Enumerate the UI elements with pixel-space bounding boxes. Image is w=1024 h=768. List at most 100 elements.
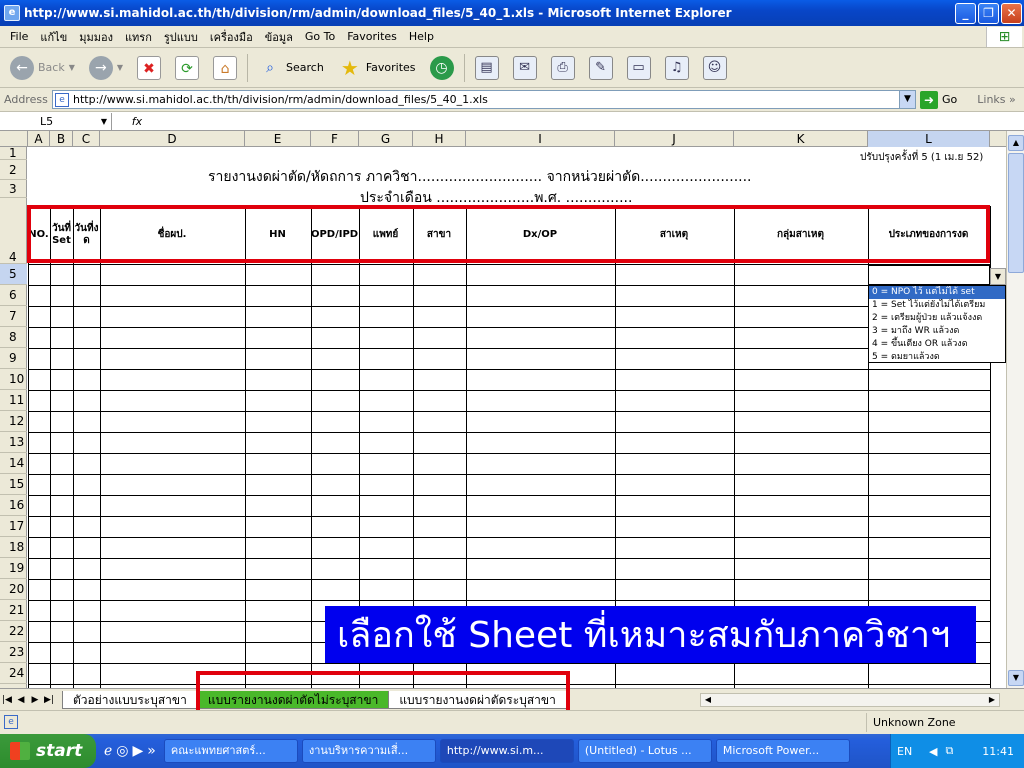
menu-file[interactable]: File xyxy=(4,30,34,43)
print-button[interactable]: ⎙ xyxy=(547,53,579,83)
row-header[interactable]: 10 xyxy=(0,369,27,390)
row-header[interactable]: 22 xyxy=(0,621,27,642)
search-button[interactable]: ⌕ Search xyxy=(254,53,328,83)
row-header[interactable]: 4 xyxy=(0,198,27,264)
name-box[interactable]: L5 ▼ xyxy=(0,112,112,130)
first-sheet-icon[interactable]: |◀ xyxy=(0,695,14,705)
column-header[interactable]: B xyxy=(50,131,73,147)
media-player-icon[interactable]: ▶ xyxy=(133,743,144,759)
column-header[interactable]: I xyxy=(466,131,615,147)
scroll-down-icon[interactable]: ▼ xyxy=(1008,670,1024,686)
row-header[interactable]: 14 xyxy=(0,453,27,474)
column-header[interactable]: L xyxy=(868,131,990,147)
column-header[interactable]: C xyxy=(73,131,100,147)
menu-view[interactable]: มุมมอง xyxy=(73,28,119,46)
next-sheet-icon[interactable]: ▶ xyxy=(28,695,42,705)
start-button[interactable]: start xyxy=(0,734,96,768)
tray-arrow-icon[interactable]: ◀ xyxy=(929,745,937,758)
messenger-button[interactable]: ☺ xyxy=(699,53,731,83)
row-header[interactable]: 9 xyxy=(0,348,27,369)
row-header[interactable]: 18 xyxy=(0,537,27,558)
chevron-down-icon[interactable]: ▼ xyxy=(899,91,915,108)
edit-button[interactable]: ✎ xyxy=(585,53,617,83)
menu-edit[interactable]: แก้ไข xyxy=(34,28,73,46)
dropdown-option[interactable]: 0 = NPO ไว้ แต่ไม่ได้ set xyxy=(869,286,1005,299)
scroll-thumb[interactable] xyxy=(1008,153,1024,273)
taskbar-item[interactable]: คณะแพทยศาสตร์... xyxy=(163,739,298,763)
outlook-icon[interactable]: ◎ xyxy=(116,743,128,759)
row-header[interactable]: 20 xyxy=(0,579,27,600)
favorites-button[interactable]: ★ Favorites xyxy=(334,53,420,83)
language-indicator[interactable]: EN xyxy=(897,745,921,758)
row-header[interactable]: 17 xyxy=(0,516,27,537)
row-header[interactable]: 12 xyxy=(0,411,27,432)
more-chevron-icon[interactable]: » xyxy=(147,743,156,759)
column-header[interactable]: K xyxy=(734,131,868,147)
menu-goto[interactable]: Go To xyxy=(299,30,341,43)
selected-cell-l5[interactable] xyxy=(868,265,990,285)
menu-favorites[interactable]: Favorites xyxy=(341,30,403,43)
mail-button[interactable]: ✉ xyxy=(509,53,541,83)
row-header[interactable]: 15 xyxy=(0,474,27,495)
column-header[interactable]: J xyxy=(615,131,734,147)
taskbar-item[interactable]: (Untitled) - Lotus ... xyxy=(577,739,712,763)
row-header[interactable]: 11 xyxy=(0,390,27,411)
prev-sheet-icon[interactable]: ◀ xyxy=(14,695,28,705)
validation-dropdown-list[interactable]: 0 = NPO ไว้ แต่ไม่ได้ set 1 = Set ไว้แต่… xyxy=(868,285,1006,363)
minimize-button[interactable]: _ xyxy=(955,3,976,24)
dropdown-arrow-icon[interactable]: ▼ xyxy=(990,268,1006,285)
scroll-left-icon[interactable]: ◀ xyxy=(701,694,715,706)
menu-tools[interactable]: เครื่องมือ xyxy=(204,28,259,46)
back-button[interactable]: ← Back ▼ xyxy=(6,53,79,83)
horizontal-scrollbar[interactable]: ◀ ▶ xyxy=(700,693,1000,707)
row-header[interactable]: 16 xyxy=(0,495,27,516)
taskbar-item[interactable]: งานบริหารความเสี่... xyxy=(301,739,436,763)
dropdown-option[interactable]: 4 = ขึ้นเตียง OR แล้วงด xyxy=(869,338,1005,351)
row-header[interactable]: 5 xyxy=(0,264,27,285)
scroll-right-icon[interactable]: ▶ xyxy=(985,694,999,706)
column-header[interactable]: A xyxy=(28,131,50,147)
sheet-tab-example[interactable]: ตัวอย่างแบบระบุสาขา xyxy=(62,690,198,709)
row-header[interactable]: 7 xyxy=(0,306,27,327)
links-button[interactable]: Links » xyxy=(977,93,1016,106)
column-header[interactable]: D xyxy=(100,131,245,147)
column-header[interactable]: G xyxy=(359,131,413,147)
address-input[interactable]: e http://www.si.mahidol.ac.th/th/divisio… xyxy=(52,90,916,109)
row-header[interactable]: 2 xyxy=(0,160,27,180)
row-header[interactable]: 19 xyxy=(0,558,27,579)
media-button[interactable]: ♫ xyxy=(661,53,693,83)
history-button[interactable]: ◷ xyxy=(426,53,458,83)
menu-data[interactable]: ข้อมูล xyxy=(259,28,299,46)
refresh-button[interactable]: ⟳ xyxy=(171,53,203,83)
select-all-corner[interactable] xyxy=(0,131,28,147)
maximize-button[interactable]: ❐ xyxy=(978,3,999,24)
menu-format[interactable]: รูปแบบ xyxy=(158,28,204,46)
network-icon[interactable]: ⧉ xyxy=(945,744,953,758)
dropdown-option[interactable]: 5 = ดมยาแล้วงด xyxy=(869,351,1005,362)
menu-insert[interactable]: แทรก xyxy=(119,28,158,46)
taskbar-item[interactable]: Microsoft Power... xyxy=(715,739,850,763)
last-sheet-icon[interactable]: ▶| xyxy=(42,695,56,705)
column-header[interactable]: E xyxy=(245,131,311,147)
row-header[interactable]: 21 xyxy=(0,600,27,621)
formula-input[interactable] xyxy=(162,113,1024,130)
discuss-button[interactable]: ▭ xyxy=(623,53,655,83)
scroll-up-icon[interactable]: ▲ xyxy=(1008,135,1024,151)
column-header[interactable]: F xyxy=(311,131,359,147)
row-header[interactable]: 8 xyxy=(0,327,27,348)
forward-button[interactable]: → ▼ xyxy=(85,53,127,83)
column-header[interactable]: H xyxy=(413,131,466,147)
ie-icon[interactable]: ℯ xyxy=(104,743,112,759)
stop-button[interactable]: ✖ xyxy=(133,53,165,83)
vertical-scrollbar[interactable]: ▲ ▼ xyxy=(1006,131,1024,688)
close-button[interactable]: ✕ xyxy=(1001,3,1022,24)
row-header[interactable]: 1 xyxy=(0,147,27,160)
research-button[interactable]: ▤ xyxy=(471,53,503,83)
dropdown-option[interactable]: 3 = มาถึง WR แล้วงด xyxy=(869,325,1005,338)
row-header[interactable]: 3 xyxy=(0,180,27,198)
row-header[interactable]: 13 xyxy=(0,432,27,453)
menu-help[interactable]: Help xyxy=(403,30,440,43)
dropdown-option[interactable]: 2 = เตรียมผู้ป่วย แล้วแจ้งงด xyxy=(869,312,1005,325)
row-header[interactable]: 6 xyxy=(0,285,27,306)
dropdown-option[interactable]: 1 = Set ไว้แต่ยังไม่ได้เตรียม xyxy=(869,299,1005,312)
